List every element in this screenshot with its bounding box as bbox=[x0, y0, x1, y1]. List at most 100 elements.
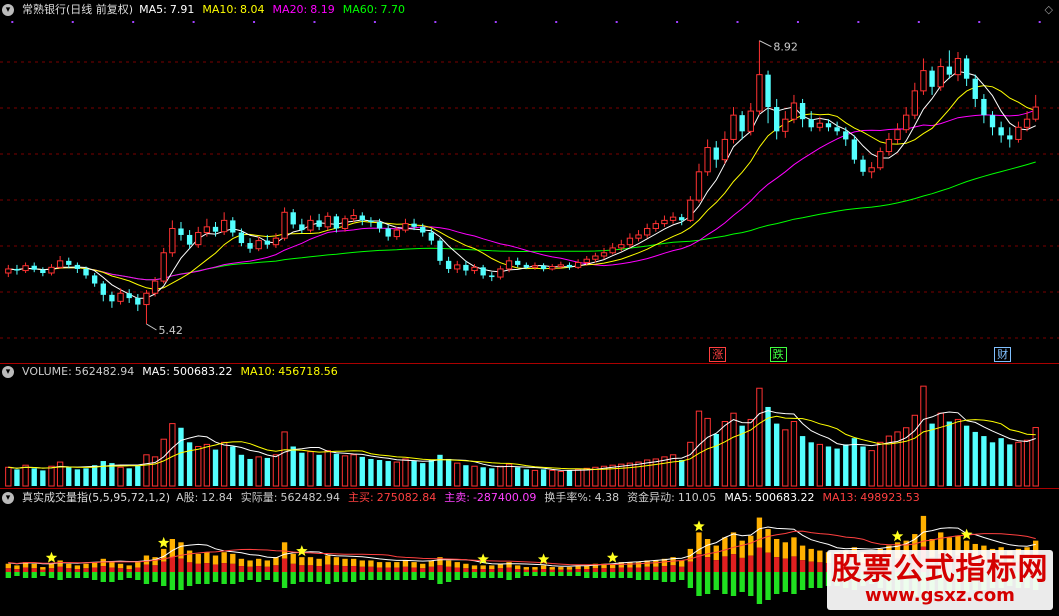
star-icon bbox=[693, 520, 705, 532]
candle-body bbox=[324, 215, 331, 228]
sell-bar bbox=[186, 572, 193, 586]
candle-body bbox=[299, 224, 305, 231]
legend-name: MA5: bbox=[139, 3, 167, 16]
sell-bar bbox=[273, 572, 279, 582]
chevron-down-icon[interactable]: ▾ bbox=[2, 4, 14, 16]
sell-bar bbox=[463, 572, 469, 578]
legend-value: 7.70 bbox=[380, 3, 405, 16]
candle-body bbox=[730, 114, 737, 140]
buy-bar bbox=[730, 532, 737, 555]
buy-bar-lower bbox=[687, 561, 694, 572]
signal-dot bbox=[313, 21, 316, 23]
candle-body bbox=[1015, 126, 1022, 140]
volume-bar bbox=[212, 449, 219, 486]
candle-body bbox=[143, 292, 150, 306]
legend-value: 498923.53 bbox=[860, 491, 920, 504]
sell-bar bbox=[83, 572, 89, 578]
legend-value: 500683.22 bbox=[173, 365, 233, 378]
buy-bar-lower bbox=[489, 569, 495, 572]
buy-bar-lower bbox=[221, 563, 227, 572]
buy-bar-lower bbox=[186, 562, 193, 572]
chart-stage: 8.92 5.42 bbox=[0, 0, 1059, 613]
legend-name: 资金异动: bbox=[627, 491, 675, 504]
chevron-down-icon[interactable]: ▾ bbox=[2, 366, 14, 378]
candle-body bbox=[843, 131, 849, 140]
candle-body bbox=[307, 219, 314, 231]
candle-body bbox=[255, 240, 262, 250]
buy-bar-lower bbox=[437, 565, 443, 572]
candle-body bbox=[109, 294, 115, 302]
buy-bar-lower bbox=[230, 563, 236, 572]
legend-name: MA10: bbox=[202, 3, 238, 16]
volume-bar bbox=[160, 438, 167, 487]
buy-bar bbox=[212, 555, 219, 565]
volume-bar bbox=[946, 421, 953, 486]
volume-bar bbox=[652, 458, 659, 487]
chevron-down-icon[interactable]: ▾ bbox=[2, 492, 14, 504]
candle-body bbox=[721, 138, 729, 161]
sell-bar bbox=[325, 572, 331, 584]
candle-body bbox=[505, 260, 513, 270]
candle-body bbox=[739, 115, 745, 132]
volume-bar bbox=[713, 434, 719, 486]
buy-bar bbox=[402, 560, 409, 567]
event-marker[interactable]: 涨 bbox=[709, 347, 727, 362]
buy-bar-lower bbox=[368, 566, 374, 572]
sell-bar bbox=[428, 572, 435, 580]
buy-bar bbox=[342, 558, 348, 567]
candle-body bbox=[437, 240, 443, 261]
sell-bar bbox=[57, 572, 63, 580]
candle-body bbox=[566, 264, 573, 268]
candle-body bbox=[860, 159, 866, 172]
sell-bar bbox=[808, 572, 814, 588]
buy-bar-lower bbox=[152, 565, 158, 572]
volume-bar bbox=[574, 468, 582, 487]
buy-bar-lower bbox=[506, 567, 512, 572]
volume-bar bbox=[799, 436, 806, 486]
candle-body bbox=[151, 280, 159, 294]
buy-bar-lower bbox=[5, 568, 11, 572]
buy-bar-lower bbox=[791, 556, 797, 572]
candle-body bbox=[868, 167, 875, 173]
buy-bar-lower bbox=[601, 568, 607, 572]
buy-bar-lower bbox=[281, 558, 288, 572]
candle-body bbox=[816, 122, 824, 128]
candle-body bbox=[230, 220, 236, 233]
sell-bar bbox=[402, 572, 409, 580]
sell-bar bbox=[471, 572, 478, 578]
event-marker[interactable]: 跌 bbox=[769, 347, 787, 362]
volume-bar bbox=[385, 461, 391, 486]
volume-bar bbox=[91, 465, 98, 486]
volume-bar bbox=[420, 463, 426, 486]
sell-bar bbox=[609, 572, 616, 578]
buy-bar-lower bbox=[195, 563, 201, 572]
sell-bar bbox=[782, 572, 788, 592]
buy-bar bbox=[31, 563, 37, 569]
sell-bar bbox=[247, 572, 253, 580]
sell-bar bbox=[385, 572, 391, 580]
candle-body bbox=[402, 223, 409, 231]
buy-bar bbox=[679, 560, 685, 567]
sell-bar bbox=[713, 572, 719, 590]
sell-bar bbox=[221, 572, 227, 584]
buy-bar-lower bbox=[609, 568, 616, 572]
diamond-icon[interactable]: ◇ bbox=[1045, 3, 1053, 16]
volume-bar bbox=[834, 448, 840, 486]
buy-bar-lower bbox=[515, 569, 521, 572]
buy-bar-lower bbox=[653, 566, 659, 572]
buy-bar-lower bbox=[31, 568, 37, 572]
sell-bar bbox=[100, 572, 106, 582]
buy-bar bbox=[316, 558, 322, 567]
volume-bar bbox=[644, 459, 651, 487]
candle-body bbox=[169, 227, 176, 254]
volume-bar bbox=[998, 438, 1004, 486]
buy-bar bbox=[635, 562, 642, 568]
volume-bar bbox=[790, 421, 798, 487]
buy-bar-lower bbox=[463, 568, 469, 572]
sell-bar bbox=[169, 572, 176, 590]
buy-bar-lower bbox=[264, 566, 270, 572]
candle-body bbox=[48, 266, 55, 274]
legend-name: VOLUME: bbox=[22, 365, 72, 378]
buy-bar bbox=[186, 550, 193, 563]
event-marker[interactable]: 财 bbox=[994, 347, 1012, 362]
